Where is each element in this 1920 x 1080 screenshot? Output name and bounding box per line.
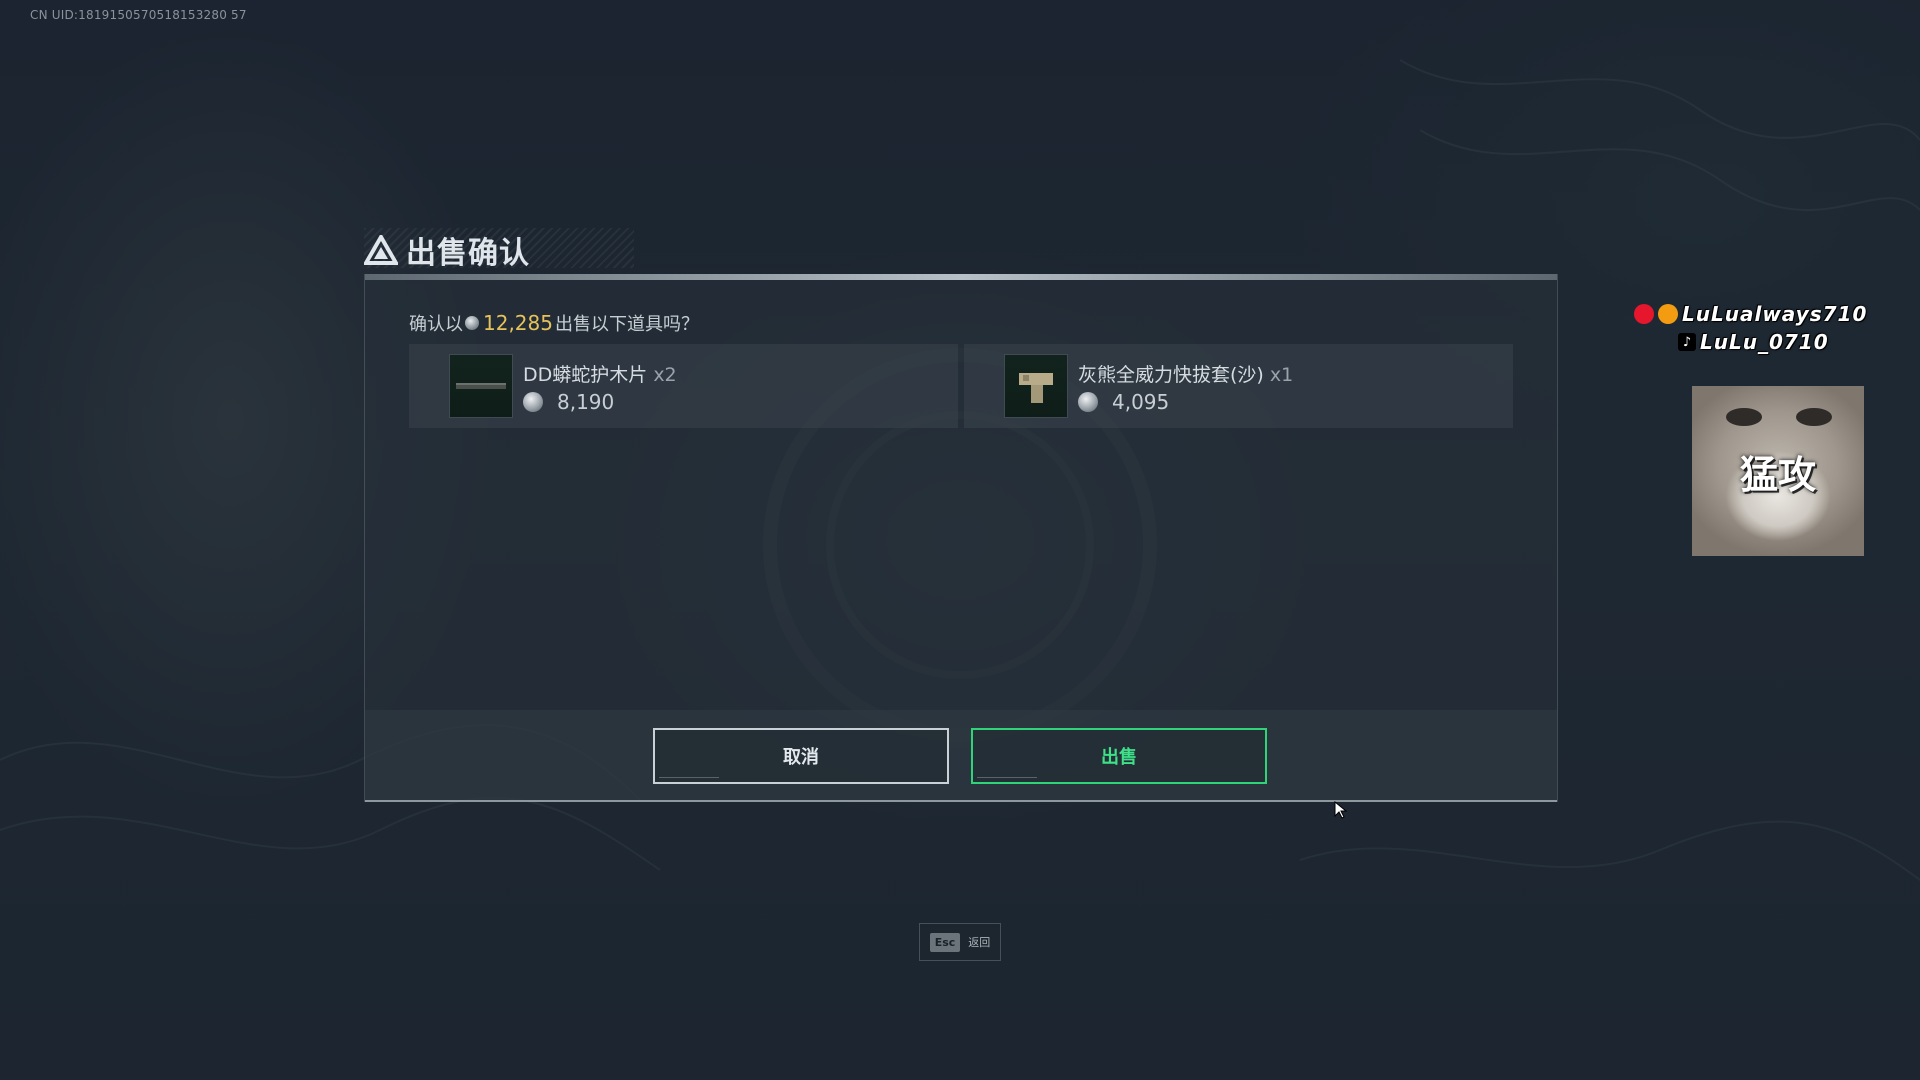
item-name: DD蟒蛇护木片	[523, 364, 648, 386]
weibo-icon	[1634, 304, 1654, 324]
item-price-row: 8,190	[523, 390, 614, 414]
item-card[interactable]: DD蟒蛇护木片 x2 8,190	[409, 344, 958, 428]
confirm-amount: 12,285	[483, 311, 553, 335]
streamer-avatar-sticker: 猛攻	[1692, 386, 1864, 556]
holster-icon	[1019, 373, 1053, 403]
item-quantity: x2	[653, 364, 677, 386]
triangle-logo-icon	[364, 235, 398, 265]
weibo-row: LuLualways710	[1634, 300, 1894, 328]
user-uid: CN UID:1819150570518153280 57	[30, 8, 247, 22]
item-list: DD蟒蛇护木片 x2 8,190 灰熊全威力快拔套(沙) x1 4,095	[409, 344, 1513, 428]
avatar-eye	[1796, 408, 1832, 426]
button-band	[365, 710, 1557, 802]
confirm-suffix: 出售以下道具吗？	[554, 314, 699, 335]
item-quantity: x1	[1269, 364, 1294, 386]
item-price: 8,190	[557, 390, 615, 414]
dialog-top-bar	[365, 274, 1557, 280]
confirm-message: 确认以 12,285 出售以下道具吗？	[409, 310, 699, 336]
sell-button[interactable]: 出售	[971, 728, 1267, 784]
cancel-button[interactable]: 取消	[653, 728, 949, 784]
confirm-prefix: 确认以	[409, 314, 463, 335]
weibo-handle: LuLualways710	[1682, 302, 1868, 326]
sell-confirm-dialog: 出售确认 确认以 12,285 出售以下道具吗？ DD蟒蛇护木片 x2 8,19…	[364, 228, 1558, 806]
item-thumbnail	[449, 354, 513, 418]
avatar-caption: 猛攻	[1739, 452, 1816, 497]
item-price-row: 4,095	[1078, 390, 1169, 414]
dialog-panel: 确认以 12,285 出售以下道具吗？ DD蟒蛇护木片 x2 8,190 灰熊全…	[364, 274, 1558, 802]
esc-label: 返回	[968, 936, 991, 949]
item-thumbnail	[1004, 354, 1068, 418]
coin-icon	[523, 392, 543, 412]
item-name: 灰熊全威力快拔套(沙)	[1078, 364, 1264, 386]
streamer-social-overlay: LuLualways710 ♪ LuLu_0710	[1634, 300, 1894, 356]
tiktok-row: ♪ LuLu_0710	[1634, 328, 1894, 356]
handguard-icon	[456, 383, 506, 389]
dialog-bottom-line	[365, 800, 1557, 802]
avatar-eye	[1726, 408, 1762, 426]
item-name-row: DD蟒蛇护木片 x2	[523, 360, 677, 387]
tiktok-handle: LuLu_0710	[1700, 330, 1829, 354]
item-price: 4,095	[1112, 390, 1170, 414]
tiktok-icon: ♪	[1678, 333, 1696, 351]
esc-back-hint[interactable]: Esc 返回	[919, 923, 1001, 961]
esc-key-badge: Esc	[929, 932, 961, 952]
item-card[interactable]: 灰熊全威力快拔套(沙) x1 4,095	[964, 344, 1513, 428]
coin-icon	[1078, 392, 1098, 412]
weibo-logo-icon	[1658, 304, 1678, 324]
coin-icon	[465, 316, 479, 330]
mouse-cursor-icon	[1334, 801, 1348, 819]
dialog-header: 出售确认	[364, 232, 530, 271]
dialog-title: 出售确认	[406, 236, 530, 271]
item-name-row: 灰熊全威力快拔套(沙) x1	[1078, 360, 1293, 387]
